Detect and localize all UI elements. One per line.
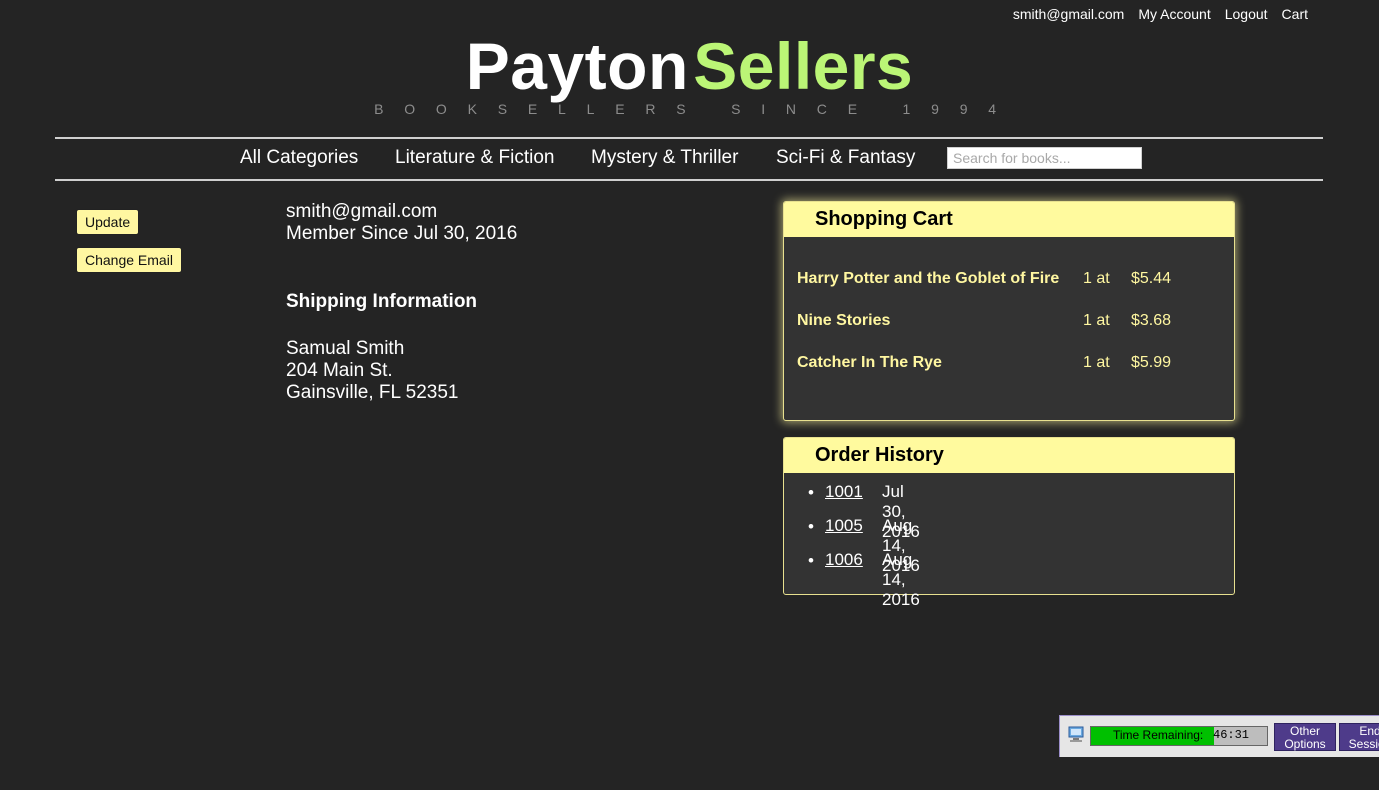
address-city: Gainsville, FL 52351 bbox=[286, 382, 459, 403]
nav-scifi-fantasy[interactable]: Sci-Fi & Fantasy bbox=[776, 147, 915, 169]
session-timer-bar: Time Remaining: 46:31 Other Options End … bbox=[1059, 715, 1379, 757]
other-options-button[interactable]: Other Options bbox=[1274, 723, 1336, 751]
cart-item-price: $3.68 bbox=[1131, 312, 1172, 329]
computer-icon bbox=[1068, 726, 1084, 742]
my-account-link[interactable]: My Account bbox=[1138, 6, 1210, 22]
change-email-button[interactable]: Change Email bbox=[76, 247, 182, 273]
bullet: • bbox=[808, 517, 814, 536]
other-options-line2: Options bbox=[1284, 737, 1326, 751]
cart-item[interactable]: Harry Potter and the Goblet of Fire 1 at… bbox=[797, 270, 1171, 288]
order-date: Aug 14, 2016 bbox=[882, 550, 920, 609]
time-remaining-label: Time Remaining: bbox=[1113, 728, 1204, 742]
cart-item-price: $5.99 bbox=[1131, 354, 1172, 371]
nav-mystery-thriller[interactable]: Mystery & Thriller bbox=[591, 147, 738, 169]
shopping-cart-title: Shopping Cart bbox=[784, 202, 1234, 237]
cart-item[interactable]: Nine Stories 1 at $3.68 bbox=[797, 312, 1217, 330]
search-input[interactable] bbox=[947, 147, 1142, 169]
cart-item-title[interactable]: Harry Potter and the Goblet of Fire bbox=[797, 270, 1059, 287]
logout-link[interactable]: Logout bbox=[1225, 6, 1268, 22]
bullet: • bbox=[808, 551, 814, 570]
account-info: smith@gmail.com Member Since Jul 30, 201… bbox=[286, 201, 517, 245]
cart-link[interactable]: Cart bbox=[1282, 6, 1308, 22]
category-nav: All Categories Literature & Fiction Myst… bbox=[55, 139, 1323, 179]
nav-literature-fiction[interactable]: Literature & Fiction bbox=[395, 147, 554, 169]
order-number-link[interactable]: 1005 bbox=[825, 516, 863, 536]
order-history-panel: Order History • 1001 Jul 30, 2016 • 1005… bbox=[783, 437, 1235, 609]
shopping-cart-panel: Shopping Cart Harry Potter and the Goble… bbox=[783, 201, 1235, 421]
shipping-heading: Shipping Information bbox=[286, 291, 478, 312]
order-number-link[interactable]: 1006 bbox=[825, 550, 863, 570]
order-history-title: Order History bbox=[784, 438, 1234, 473]
bullet: • bbox=[808, 483, 814, 502]
brand-accent: Sellers bbox=[693, 29, 914, 103]
time-remaining-value: 46:31 bbox=[1213, 728, 1250, 742]
end-session-button[interactable]: End Session bbox=[1339, 723, 1379, 751]
nav-bottom-divider bbox=[55, 179, 1323, 181]
member-since: Member Since Jul 30, 2016 bbox=[286, 223, 518, 244]
account-email: smith@gmail.com bbox=[286, 201, 438, 222]
cart-item[interactable]: Catcher In The Rye 1 at $5.99 bbox=[797, 354, 1217, 372]
cart-item-title[interactable]: Nine Stories bbox=[797, 312, 890, 329]
address-street: 204 Main St. bbox=[286, 360, 393, 381]
site-logo[interactable]: Payton Sellers bbox=[0, 28, 1379, 104]
end-session-line2: Session bbox=[1348, 737, 1379, 751]
shipping-address: Samual Smith 204 Main St. Gainsville, FL… bbox=[286, 338, 459, 404]
top-links: smith@gmail.com My Account Logout Cart bbox=[1013, 6, 1308, 22]
address-name: Samual Smith bbox=[286, 338, 405, 359]
cart-item-title[interactable]: Catcher In The Rye bbox=[797, 354, 942, 371]
account-email-link[interactable]: smith@gmail.com bbox=[1013, 6, 1124, 22]
cart-item-price: $5.44 bbox=[1131, 270, 1172, 287]
brand-main: Payton bbox=[465, 29, 689, 103]
order-number-link[interactable]: 1001 bbox=[825, 482, 863, 502]
update-button[interactable]: Update bbox=[76, 209, 140, 235]
tagline: BOOKSELLERS SINCE 1994 bbox=[374, 101, 1017, 117]
nav-all-categories[interactable]: All Categories bbox=[240, 147, 358, 169]
time-remaining-progress: Time Remaining: 46:31 bbox=[1090, 726, 1268, 746]
